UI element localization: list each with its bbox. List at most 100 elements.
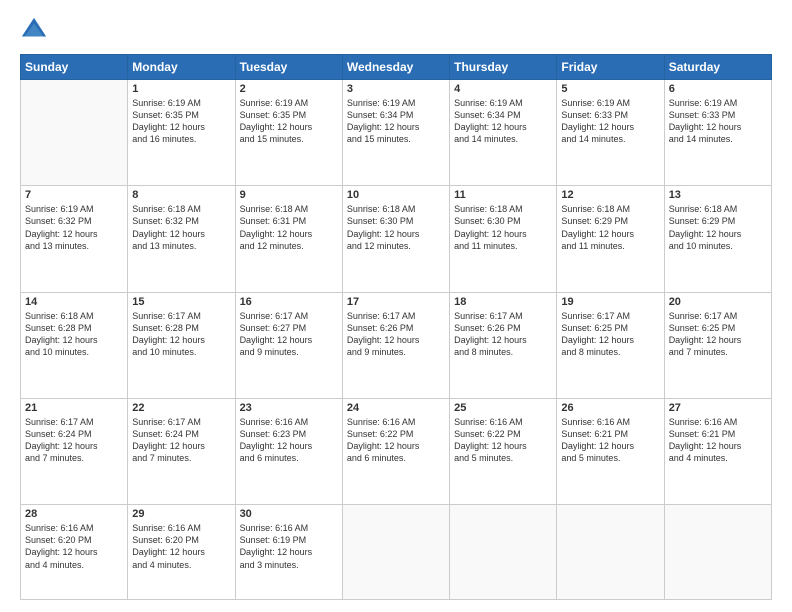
calendar-cell: 30Sunrise: 6:16 AM Sunset: 6:19 PM Dayli… bbox=[235, 505, 342, 600]
day-number: 30 bbox=[240, 508, 338, 520]
day-info: Sunrise: 6:19 AM Sunset: 6:35 PM Dayligh… bbox=[132, 97, 230, 146]
day-info: Sunrise: 6:17 AM Sunset: 6:24 PM Dayligh… bbox=[25, 416, 123, 465]
day-info: Sunrise: 6:17 AM Sunset: 6:24 PM Dayligh… bbox=[132, 416, 230, 465]
weekday-header-monday: Monday bbox=[128, 55, 235, 80]
weekday-header-wednesday: Wednesday bbox=[342, 55, 449, 80]
day-number: 24 bbox=[347, 402, 445, 414]
day-number: 25 bbox=[454, 402, 552, 414]
calendar-cell: 14Sunrise: 6:18 AM Sunset: 6:28 PM Dayli… bbox=[21, 292, 128, 398]
day-info: Sunrise: 6:19 AM Sunset: 6:34 PM Dayligh… bbox=[347, 97, 445, 146]
calendar-cell: 6 Sunrise: 6:19 AM Sunset: 6:33 PM Daylig… bbox=[664, 80, 771, 186]
day-info: Sunrise: 6:18 AM Sunset: 6:29 PM Dayligh… bbox=[561, 203, 659, 252]
calendar-cell bbox=[664, 505, 771, 600]
calendar-cell: 1 Sunrise: 6:19 AM Sunset: 6:35 PM Daylig… bbox=[128, 80, 235, 186]
calendar-cell: 2 Sunrise: 6:19 AM Sunset: 6:35 PM Daylig… bbox=[235, 80, 342, 186]
day-info: Sunrise: 6:18 AM Sunset: 6:30 PM Dayligh… bbox=[347, 203, 445, 252]
weekday-header-sunday: Sunday bbox=[21, 55, 128, 80]
day-number: 2 bbox=[240, 83, 338, 95]
calendar-week-row: 14Sunrise: 6:18 AM Sunset: 6:28 PM Dayli… bbox=[21, 292, 772, 398]
day-number: 8 bbox=[132, 189, 230, 201]
day-number: 7 bbox=[25, 189, 123, 201]
calendar-cell: 15 Sunrise: 6:17 AM Sunset: 6:28 PM Dayli… bbox=[128, 292, 235, 398]
day-number: 18 bbox=[454, 296, 552, 308]
calendar-table: SundayMondayTuesdayWednesdayThursdayFrid… bbox=[20, 54, 772, 600]
day-info: Sunrise: 6:18 AM Sunset: 6:32 PM Dayligh… bbox=[132, 203, 230, 252]
calendar-cell: 11 Sunrise: 6:18 AM Sunset: 6:30 PM Dayli… bbox=[450, 186, 557, 292]
day-info: Sunrise: 6:16 AM Sunset: 6:20 PM Dayligh… bbox=[25, 522, 123, 571]
day-info: Sunrise: 6:17 AM Sunset: 6:26 PM Dayligh… bbox=[347, 310, 445, 359]
calendar-cell bbox=[450, 505, 557, 600]
day-number: 13 bbox=[669, 189, 767, 201]
calendar-cell bbox=[21, 80, 128, 186]
page: SundayMondayTuesdayWednesdayThursdayFrid… bbox=[0, 0, 792, 612]
day-number: 22 bbox=[132, 402, 230, 414]
day-number: 27 bbox=[669, 402, 767, 414]
weekday-header-thursday: Thursday bbox=[450, 55, 557, 80]
calendar-cell: 9 Sunrise: 6:18 AM Sunset: 6:31 PM Daylig… bbox=[235, 186, 342, 292]
day-number: 17 bbox=[347, 296, 445, 308]
calendar-cell: 29Sunrise: 6:16 AM Sunset: 6:20 PM Dayli… bbox=[128, 505, 235, 600]
calendar-week-row: 1 Sunrise: 6:19 AM Sunset: 6:35 PM Daylig… bbox=[21, 80, 772, 186]
day-number: 19 bbox=[561, 296, 659, 308]
day-number: 14 bbox=[25, 296, 123, 308]
day-number: 11 bbox=[454, 189, 552, 201]
day-number: 1 bbox=[132, 83, 230, 95]
calendar-cell: 3 Sunrise: 6:19 AM Sunset: 6:34 PM Daylig… bbox=[342, 80, 449, 186]
day-number: 20 bbox=[669, 296, 767, 308]
day-number: 4 bbox=[454, 83, 552, 95]
calendar-cell: 7 Sunrise: 6:19 AM Sunset: 6:32 PM Daylig… bbox=[21, 186, 128, 292]
day-info: Sunrise: 6:16 AM Sunset: 6:23 PM Dayligh… bbox=[240, 416, 338, 465]
calendar-cell: 8 Sunrise: 6:18 AM Sunset: 6:32 PM Daylig… bbox=[128, 186, 235, 292]
calendar-cell bbox=[342, 505, 449, 600]
calendar-cell: 16Sunrise: 6:17 AM Sunset: 6:27 PM Dayli… bbox=[235, 292, 342, 398]
day-info: Sunrise: 6:19 AM Sunset: 6:33 PM Dayligh… bbox=[669, 97, 767, 146]
calendar-week-row: 28 Sunrise: 6:16 AM Sunset: 6:20 PM Dayli… bbox=[21, 505, 772, 600]
calendar-cell: 12Sunrise: 6:18 AM Sunset: 6:29 PM Dayli… bbox=[557, 186, 664, 292]
calendar-cell: 19 Sunrise: 6:17 AM Sunset: 6:25 PM Dayli… bbox=[557, 292, 664, 398]
day-number: 9 bbox=[240, 189, 338, 201]
day-number: 15 bbox=[132, 296, 230, 308]
calendar-cell bbox=[557, 505, 664, 600]
weekday-header-friday: Friday bbox=[557, 55, 664, 80]
day-info: Sunrise: 6:18 AM Sunset: 6:30 PM Dayligh… bbox=[454, 203, 552, 252]
day-info: Sunrise: 6:19 AM Sunset: 6:34 PM Dayligh… bbox=[454, 97, 552, 146]
day-info: Sunrise: 6:19 AM Sunset: 6:35 PM Dayligh… bbox=[240, 97, 338, 146]
calendar-week-row: 21Sunrise: 6:17 AM Sunset: 6:24 PM Dayli… bbox=[21, 398, 772, 504]
calendar-cell: 26 Sunrise: 6:16 AM Sunset: 6:21 PM Dayli… bbox=[557, 398, 664, 504]
weekday-header-tuesday: Tuesday bbox=[235, 55, 342, 80]
day-info: Sunrise: 6:16 AM Sunset: 6:21 PM Dayligh… bbox=[669, 416, 767, 465]
day-info: Sunrise: 6:16 AM Sunset: 6:22 PM Dayligh… bbox=[454, 416, 552, 465]
day-info: Sunrise: 6:17 AM Sunset: 6:26 PM Dayligh… bbox=[454, 310, 552, 359]
day-number: 3 bbox=[347, 83, 445, 95]
calendar-header-row: SundayMondayTuesdayWednesdayThursdayFrid… bbox=[21, 55, 772, 80]
weekday-header-saturday: Saturday bbox=[664, 55, 771, 80]
calendar-cell: 22 Sunrise: 6:17 AM Sunset: 6:24 PM Dayli… bbox=[128, 398, 235, 504]
calendar-cell: 25 Sunrise: 6:16 AM Sunset: 6:22 PM Dayli… bbox=[450, 398, 557, 504]
calendar-cell: 4 Sunrise: 6:19 AM Sunset: 6:34 PM Daylig… bbox=[450, 80, 557, 186]
day-number: 26 bbox=[561, 402, 659, 414]
calendar-cell: 13 Sunrise: 6:18 AM Sunset: 6:29 PM Dayli… bbox=[664, 186, 771, 292]
header bbox=[20, 16, 772, 44]
day-info: Sunrise: 6:18 AM Sunset: 6:29 PM Dayligh… bbox=[669, 203, 767, 252]
day-info: Sunrise: 6:17 AM Sunset: 6:28 PM Dayligh… bbox=[132, 310, 230, 359]
day-info: Sunrise: 6:17 AM Sunset: 6:25 PM Dayligh… bbox=[669, 310, 767, 359]
day-number: 10 bbox=[347, 189, 445, 201]
calendar-cell: 5 Sunrise: 6:19 AM Sunset: 6:33 PM Daylig… bbox=[557, 80, 664, 186]
day-number: 23 bbox=[240, 402, 338, 414]
day-info: Sunrise: 6:18 AM Sunset: 6:31 PM Dayligh… bbox=[240, 203, 338, 252]
day-info: Sunrise: 6:17 AM Sunset: 6:25 PM Dayligh… bbox=[561, 310, 659, 359]
day-number: 6 bbox=[669, 83, 767, 95]
day-number: 29 bbox=[132, 508, 230, 520]
day-info: Sunrise: 6:19 AM Sunset: 6:33 PM Dayligh… bbox=[561, 97, 659, 146]
calendar-cell: 20 Sunrise: 6:17 AM Sunset: 6:25 PM Dayli… bbox=[664, 292, 771, 398]
calendar-cell: 28 Sunrise: 6:16 AM Sunset: 6:20 PM Dayli… bbox=[21, 505, 128, 600]
day-info: Sunrise: 6:17 AM Sunset: 6:27 PM Dayligh… bbox=[240, 310, 338, 359]
day-info: Sunrise: 6:16 AM Sunset: 6:21 PM Dayligh… bbox=[561, 416, 659, 465]
day-info: Sunrise: 6:16 AM Sunset: 6:22 PM Dayligh… bbox=[347, 416, 445, 465]
day-number: 28 bbox=[25, 508, 123, 520]
calendar-cell: 10 Sunrise: 6:18 AM Sunset: 6:30 PM Dayli… bbox=[342, 186, 449, 292]
day-number: 5 bbox=[561, 83, 659, 95]
day-info: Sunrise: 6:19 AM Sunset: 6:32 PM Dayligh… bbox=[25, 203, 123, 252]
calendar-week-row: 7 Sunrise: 6:19 AM Sunset: 6:32 PM Daylig… bbox=[21, 186, 772, 292]
calendar-cell: 17 Sunrise: 6:17 AM Sunset: 6:26 PM Dayli… bbox=[342, 292, 449, 398]
